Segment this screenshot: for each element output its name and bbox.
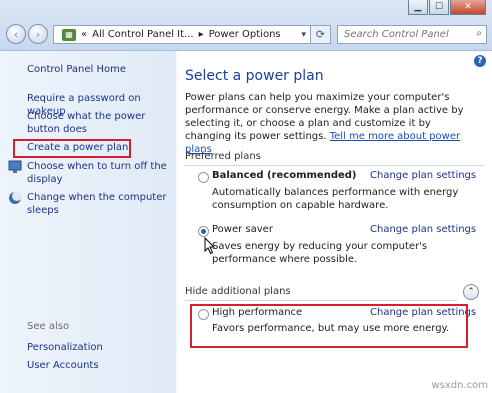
address-dropdown-icon[interactable]: ▾ xyxy=(301,30,306,40)
maximize-button[interactable]: ☐ xyxy=(429,0,449,15)
search-box[interactable]: ⌕ xyxy=(337,25,487,44)
plan-name-balanced: Balanced (recommended) xyxy=(212,170,357,181)
change-plan-settings-power-saver[interactable]: Change plan settings xyxy=(370,224,476,235)
page-title: Select a power plan xyxy=(185,68,324,84)
monitor-icon xyxy=(8,160,22,173)
sidebar: Control Panel Home Require a password on… xyxy=(0,51,176,393)
radio-balanced[interactable] xyxy=(198,172,209,183)
sidebar-computer-sleeps[interactable]: Change when the computer sleeps xyxy=(27,191,167,217)
mouse-pointer-icon xyxy=(204,237,216,255)
nav-buttons: ‹ › xyxy=(6,24,50,44)
sleep-moon-icon xyxy=(9,191,22,204)
hide-additional-plans-heading: Hide additional plans xyxy=(185,286,291,297)
breadcrumb-power-options[interactable]: Power Options xyxy=(209,29,281,40)
highlight-high-performance xyxy=(190,304,468,348)
close-button[interactable]: ✕ xyxy=(450,0,486,15)
radio-power-saver[interactable] xyxy=(198,226,209,237)
breadcrumb-all-control-panel[interactable]: All Control Panel It... xyxy=(92,29,193,40)
plan-desc-power-saver: Saves energy by reducing your computer's… xyxy=(212,241,428,265)
plan-desc-balanced: Automatically balances performance with … xyxy=(212,187,459,211)
back-button[interactable]: ‹ xyxy=(6,24,26,44)
preferred-plans-heading: Preferred plans xyxy=(185,151,261,162)
collapse-chevron-icon[interactable]: ⌃ xyxy=(463,284,479,300)
preferred-divider xyxy=(185,165,485,166)
window-controls: ▁ ☐ ✕ xyxy=(407,0,486,15)
refresh-button[interactable]: ⟳ xyxy=(311,25,331,44)
minimize-button[interactable]: ▁ xyxy=(408,0,428,15)
sidebar-power-button[interactable]: Choose what the power button does xyxy=(27,110,167,136)
sidebar-control-panel-home[interactable]: Control Panel Home xyxy=(27,63,167,76)
see-also-heading: See also xyxy=(27,321,70,332)
intro-text: Power plans can help you maximize your c… xyxy=(185,91,475,156)
address-bar[interactable]: ▦ « All Control Panel It... ▸ Power Opti… xyxy=(53,25,311,44)
help-icon[interactable]: ? xyxy=(474,55,486,67)
sidebar-turn-off-display[interactable]: Choose when to turn off the display xyxy=(27,160,167,186)
search-icon[interactable]: ⌕ xyxy=(476,28,482,39)
search-input[interactable] xyxy=(338,26,472,43)
control-panel-icon: ▦ xyxy=(62,28,76,41)
breadcrumb-arrow-icon[interactable]: ▸ xyxy=(199,29,204,40)
forward-button[interactable]: › xyxy=(28,24,48,44)
watermark: wsxdn.com xyxy=(431,380,488,391)
hidden-divider xyxy=(185,300,457,301)
title-bar: ▁ ☐ ✕ ‹ › ▦ « All Control Panel It... ▸ … xyxy=(0,0,492,51)
breadcrumb-separator: « xyxy=(81,29,88,40)
sidebar-user-accounts[interactable]: User Accounts xyxy=(27,359,167,372)
highlight-create-plan xyxy=(13,139,131,158)
plan-name-power-saver: Power saver xyxy=(212,224,273,235)
change-plan-settings-balanced[interactable]: Change plan settings xyxy=(370,170,476,181)
sidebar-personalization[interactable]: Personalization xyxy=(27,341,167,354)
